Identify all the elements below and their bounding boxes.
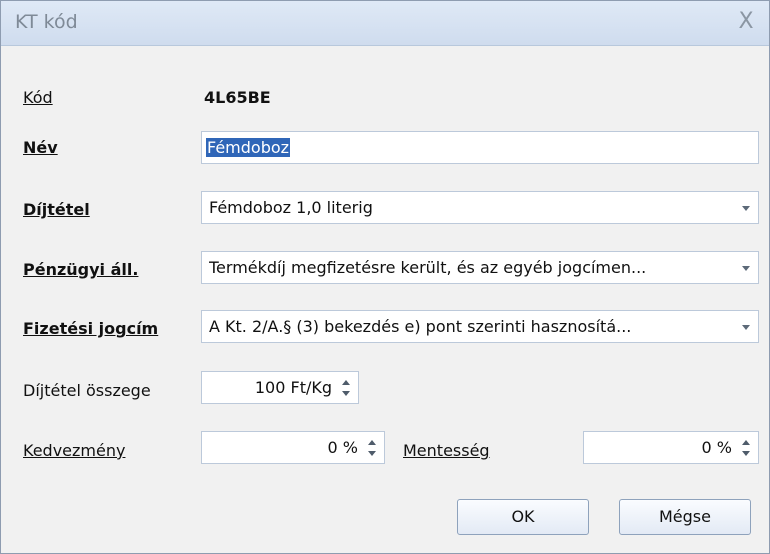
- exemption-spinner[interactable]: 0 %: [583, 431, 759, 464]
- discount-value: 0 %: [327, 438, 358, 457]
- code-label: Kód: [23, 88, 53, 107]
- exemption-up-icon[interactable]: [742, 440, 750, 445]
- discount-up-icon[interactable]: [368, 440, 376, 445]
- rate-amount-up-icon[interactable]: [342, 380, 350, 385]
- exemption-down-icon[interactable]: [742, 451, 750, 456]
- exemption-value: 0 %: [701, 438, 732, 457]
- exemption-label: Mentesség: [403, 441, 490, 460]
- cancel-button[interactable]: Mégse: [619, 499, 751, 535]
- ok-button[interactable]: OK: [457, 499, 589, 535]
- payment-basis-chevron-down-icon[interactable]: [742, 325, 750, 330]
- discount-label: Kedvezmény: [23, 441, 126, 460]
- rate-amount-down-icon[interactable]: [342, 391, 350, 396]
- payment-basis-label: Fizetési jogcím: [23, 319, 159, 338]
- financial-status-chevron-down-icon[interactable]: [742, 266, 750, 271]
- payment-basis-dropdown[interactable]: A Kt. 2/A.§ (3) bekezdés e) pont szerint…: [201, 310, 759, 343]
- name-label: Név: [23, 138, 58, 157]
- name-input[interactable]: Fémdoboz: [201, 131, 759, 164]
- close-icon[interactable]: X: [734, 10, 758, 34]
- financial-status-dropdown[interactable]: Termékdíj megfizetésre került, és az egy…: [201, 251, 759, 284]
- discount-spinner[interactable]: 0 %: [201, 431, 385, 464]
- rate-label: Díjtétel: [23, 200, 90, 219]
- rate-dropdown-chevron-down-icon[interactable]: [742, 206, 750, 211]
- rate-amount-spinner[interactable]: 100 Ft/Kg: [201, 371, 359, 404]
- rate-amount-value: 100 Ft/Kg: [254, 378, 332, 397]
- rate-dropdown[interactable]: Fémdoboz 1,0 literig: [201, 191, 759, 224]
- financial-status-label: Pénzügyi áll.: [23, 260, 139, 279]
- code-value: 4L65BE: [204, 88, 271, 107]
- kt-code-dialog: KT kód X Kód 4L65BE Név Fémdoboz Díjtéte…: [0, 0, 770, 554]
- rate-value: Fémdoboz 1,0 literig: [209, 198, 373, 217]
- title-bar: KT kód X: [1, 1, 769, 46]
- rate-amount-label: Díjtétel összege: [23, 381, 151, 400]
- financial-status-value: Termékdíj megfizetésre került, és az egy…: [209, 258, 647, 277]
- discount-down-icon[interactable]: [368, 451, 376, 456]
- window-title: KT kód: [15, 11, 78, 33]
- name-value: Fémdoboz: [206, 138, 291, 157]
- payment-basis-value: A Kt. 2/A.§ (3) bekezdés e) pont szerint…: [209, 317, 632, 336]
